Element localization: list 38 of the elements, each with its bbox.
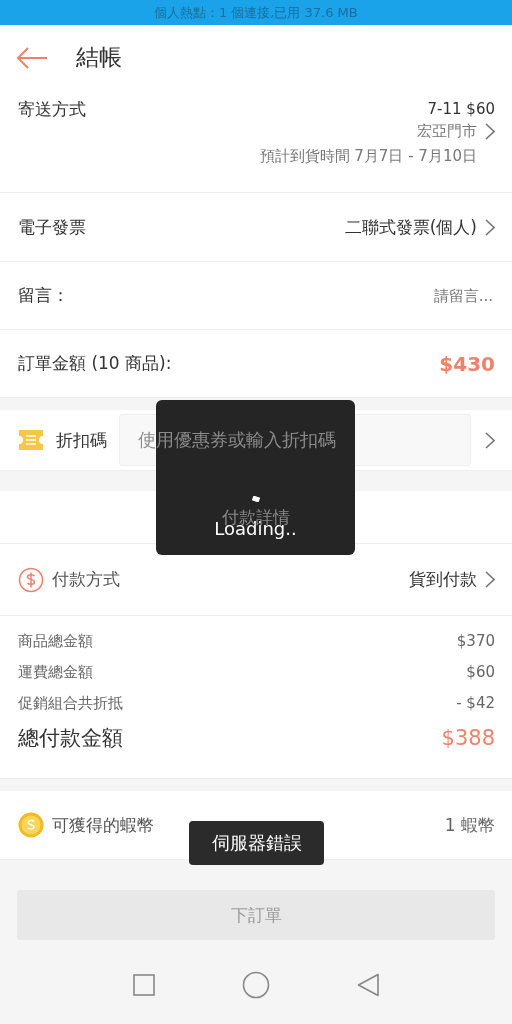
page-title: 結帳 bbox=[76, 43, 122, 72]
breakdown-value: $370 bbox=[456, 632, 495, 650]
back-icon[interactable] bbox=[356, 973, 379, 997]
payment-method-value[interactable]: 貨到付款 bbox=[409, 568, 477, 591]
home-icon[interactable] bbox=[242, 971, 270, 999]
grand-total-label: 總付款金額 bbox=[18, 725, 123, 752]
coupon-label: 折扣碼 bbox=[56, 428, 107, 452]
chevron-right-icon bbox=[485, 218, 495, 236]
grand-total-value: $388 bbox=[441, 726, 495, 750]
order-total-value: $430 bbox=[439, 351, 495, 376]
chevron-right-icon bbox=[485, 571, 495, 588]
store-name[interactable]: 宏亞門市 bbox=[417, 122, 477, 141]
coins-value: 1 蝦幣 bbox=[444, 813, 495, 837]
recent-apps-icon[interactable] bbox=[133, 974, 156, 996]
message-label: 留言： bbox=[18, 284, 69, 307]
error-toast: 伺服器錯誤 bbox=[189, 821, 324, 865]
breakdown-label: 商品總金額 bbox=[18, 631, 93, 651]
breakdown-label: 促銷組合共折抵 bbox=[18, 693, 123, 713]
breakdown-label: 運費總金額 bbox=[18, 662, 93, 682]
coupon-ticket-icon bbox=[18, 428, 44, 452]
breakdown-value: - $42 bbox=[456, 694, 495, 712]
shipping-price: 7-11 $60 bbox=[427, 100, 495, 118]
spinner-icon bbox=[251, 496, 260, 502]
order-total-label: 訂單金額 (10 商品): bbox=[18, 352, 172, 375]
dollar-circle-icon bbox=[18, 566, 44, 593]
chevron-right-icon bbox=[485, 123, 495, 140]
shipping-label: 寄送方式 bbox=[18, 97, 86, 121]
coins-label: 可獲得的蝦幣 bbox=[52, 813, 154, 837]
back-arrow-icon[interactable] bbox=[16, 46, 48, 69]
coin-icon bbox=[18, 812, 44, 838]
status-bar-text: 個人熱點 : 1 個連接,已用 37.6 MB bbox=[0, 0, 512, 25]
breakdown-value: $60 bbox=[466, 663, 495, 681]
coupon-placeholder: 使用優惠券或輸入折扣碼 bbox=[138, 428, 336, 452]
invoice-label: 電子發票 bbox=[18, 215, 86, 239]
invoice-type[interactable]: 二聯式發票(個人) bbox=[344, 215, 477, 239]
delivery-estimate: 預計到貨時間 7月7日 - 7月10日 bbox=[259, 147, 477, 166]
payment-method-label: 付款方式 bbox=[52, 568, 120, 591]
chevron-right-icon bbox=[485, 431, 495, 449]
